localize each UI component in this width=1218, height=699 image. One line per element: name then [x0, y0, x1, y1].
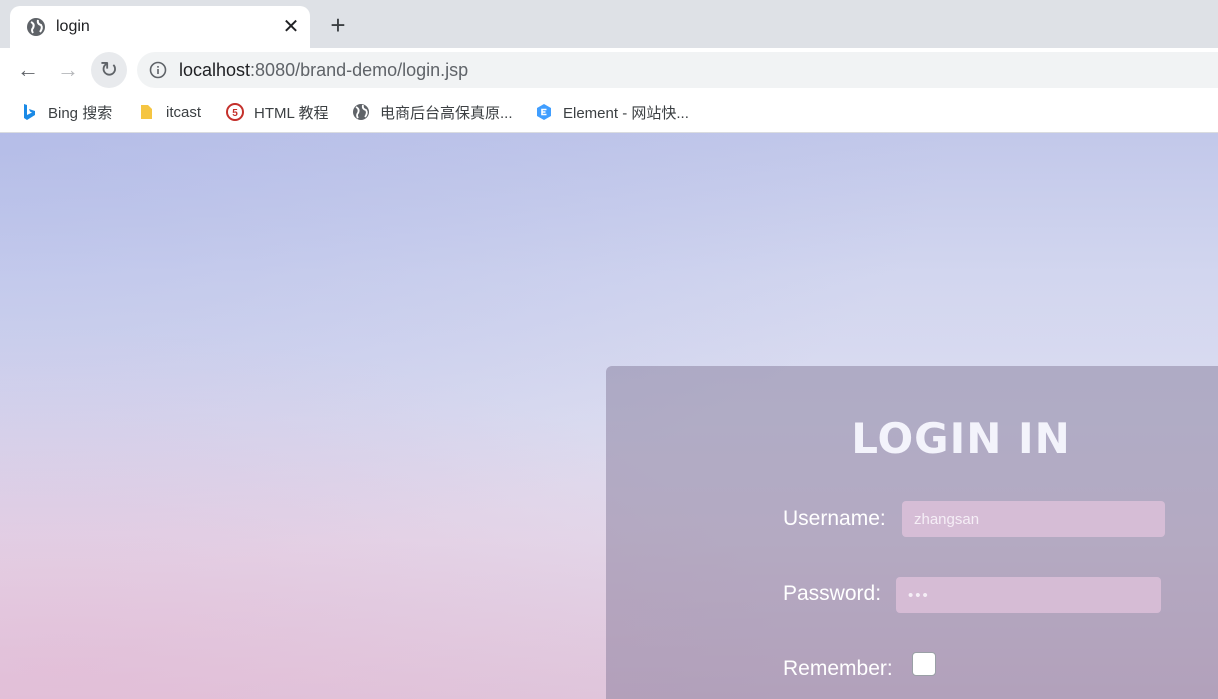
bookmark-itcast[interactable]: itcast	[138, 101, 201, 123]
bookmark-bing[interactable]: Bing 搜索	[20, 101, 112, 123]
bookmark-label: itcast	[166, 103, 202, 121]
password-label: Password:	[783, 582, 882, 605]
close-icon[interactable]: ✕	[280, 16, 302, 38]
tab-title: login	[56, 18, 90, 35]
reload-button[interactable]: ↻	[91, 52, 127, 88]
globe-icon	[26, 17, 46, 37]
bookmark-ecommerce[interactable]: 电商后台高保真原...	[352, 101, 513, 123]
remember-label: Remember:	[783, 657, 893, 680]
url-path: :8080/brand-demo/login.jsp	[250, 60, 469, 80]
login-form: LOGIN IN Username: Password: Remember:	[606, 366, 1218, 699]
login-title: LOGIN IN	[851, 414, 1071, 463]
tab-login[interactable]: login ✕	[10, 6, 310, 48]
remember-checkbox[interactable]	[912, 652, 936, 676]
username-label: Username:	[783, 507, 886, 530]
new-tab-button[interactable]: +	[326, 12, 350, 38]
password-input[interactable]	[896, 577, 1161, 613]
forward-button[interactable]: →	[50, 52, 86, 88]
url-host: localhost	[179, 60, 251, 80]
bing-icon	[20, 103, 38, 121]
address-bar[interactable]: localhost:8080/brand-demo/login.jsp	[137, 52, 1218, 88]
tab-strip: login ✕ +	[0, 0, 1218, 48]
url-text: localhost:8080/brand-demo/login.jsp	[179, 60, 468, 81]
bookmark-label: Bing 搜索	[48, 104, 113, 122]
back-button[interactable]: ←	[10, 52, 46, 88]
browser-toolbar: ← → ↻ localhost:8080/brand-demo/login.js…	[0, 48, 1218, 92]
page-background: LOGIN IN Username: Password: Remember:	[0, 133, 1218, 699]
username-input[interactable]	[902, 501, 1165, 537]
info-icon[interactable]	[149, 61, 167, 79]
folder-icon	[138, 103, 156, 121]
globe-icon	[352, 103, 370, 121]
bookmarks-bar: Bing 搜索 itcast 5 HTML 教程 电商后台高保真原... Ele…	[0, 92, 1218, 133]
svg-text:5: 5	[232, 108, 238, 119]
bookmark-label: 电商后台高保真原...	[380, 104, 513, 122]
bookmark-html-tutorial[interactable]: 5 HTML 教程	[226, 101, 328, 123]
bookmark-label: Element - 网站快...	[563, 104, 689, 122]
bookmark-element[interactable]: Element - 网站快...	[535, 101, 689, 123]
element-icon	[535, 103, 553, 121]
html5-icon: 5	[226, 103, 244, 121]
bookmark-label: HTML 教程	[254, 104, 329, 122]
